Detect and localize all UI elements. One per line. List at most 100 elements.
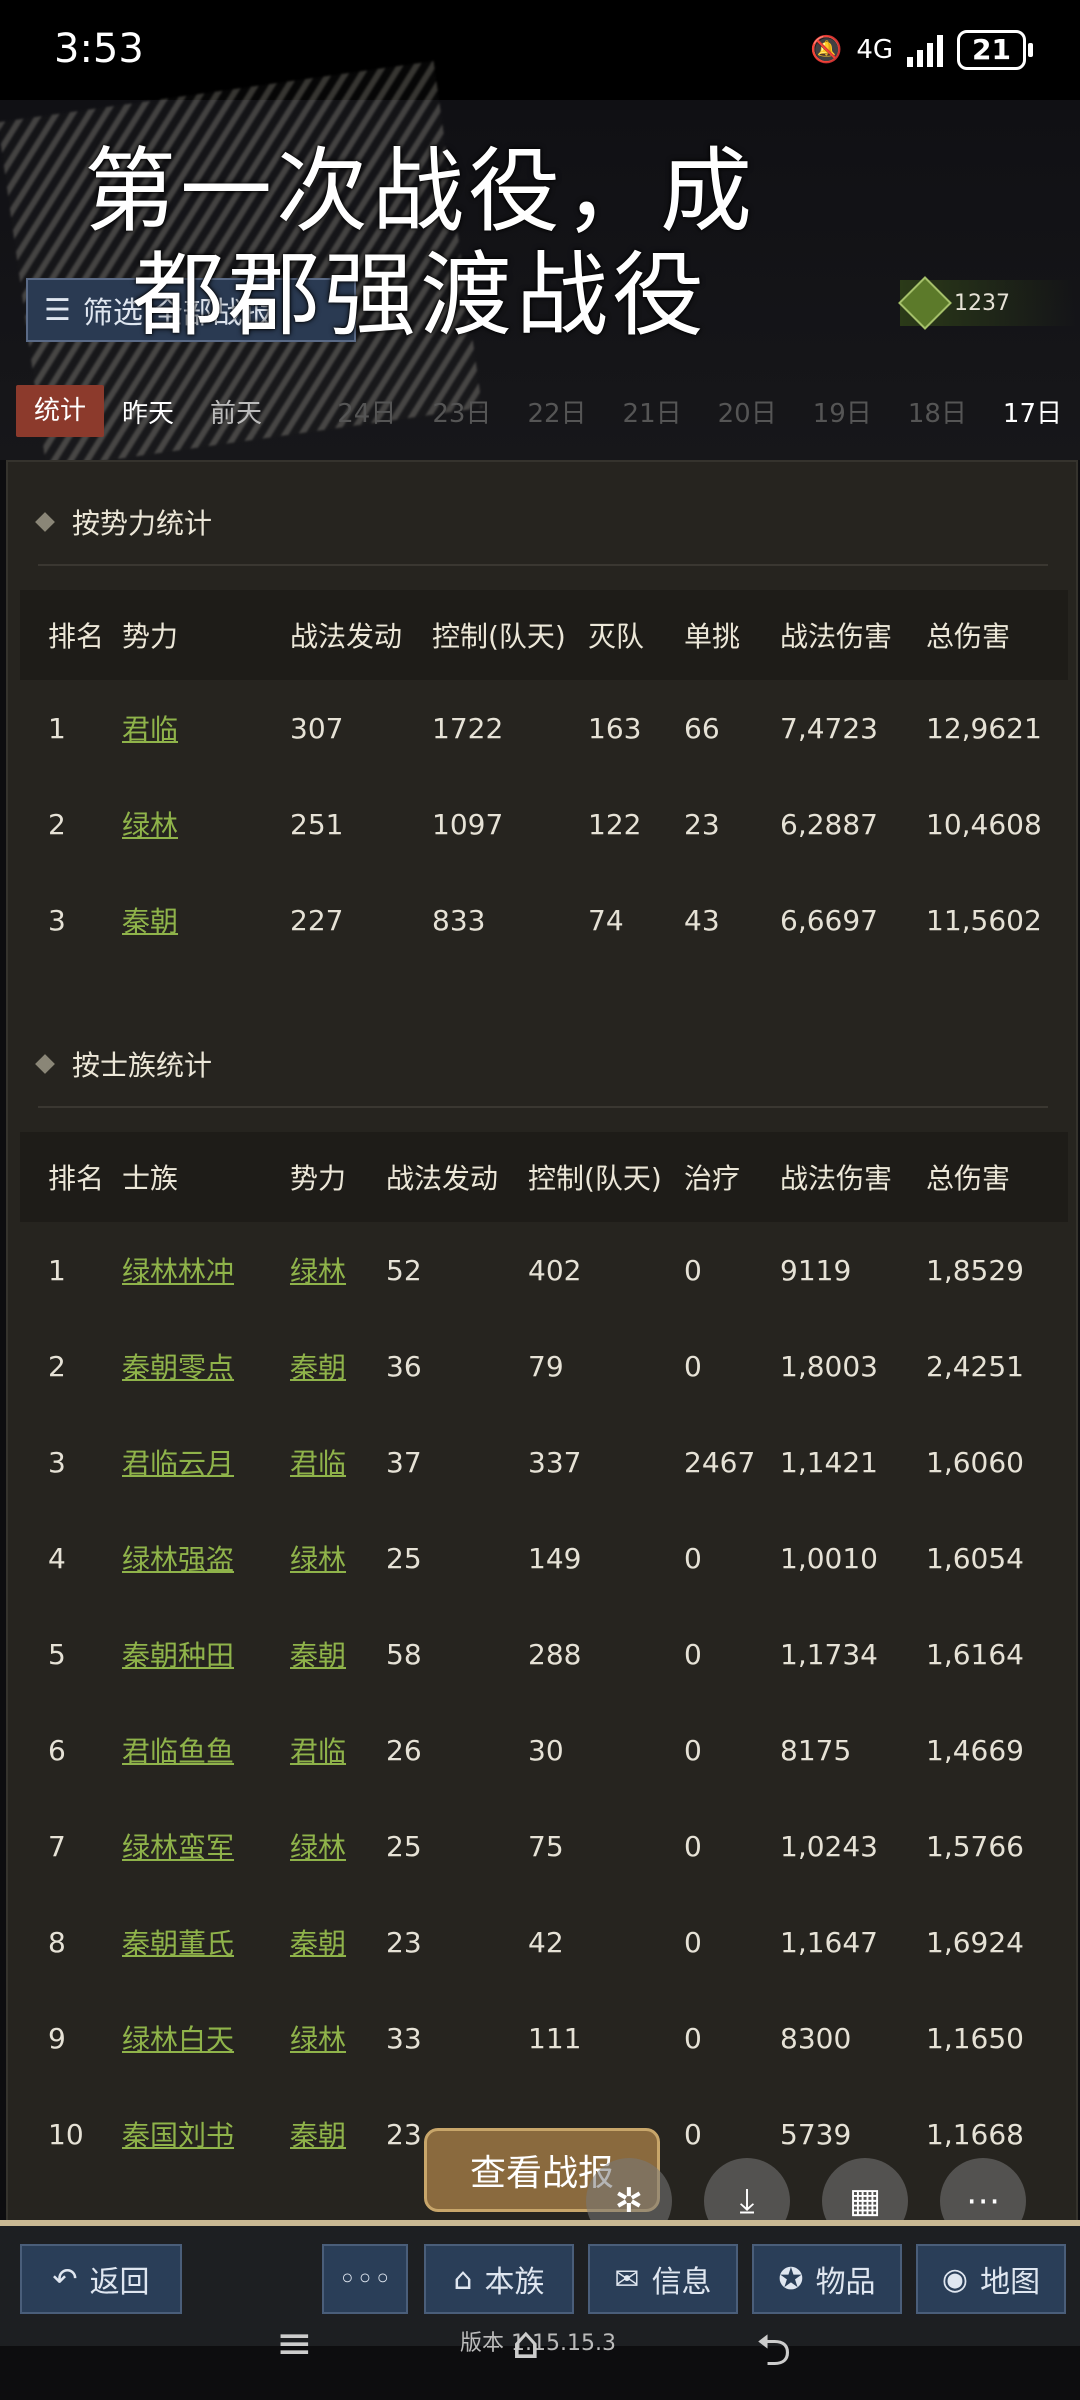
- table-cell: 0: [684, 1637, 702, 1671]
- name-link[interactable]: 绿林林冲: [122, 1222, 234, 1318]
- back-icon: ↶: [52, 2261, 78, 2297]
- name-link[interactable]: 秦朝: [122, 872, 178, 968]
- table-cell: 43: [684, 903, 720, 937]
- table-cell: 75: [528, 1829, 564, 1863]
- table-row: 3 君临云月 君临 37 337 2467 1,1421 1,6060: [20, 1414, 1068, 1510]
- table-cell: 23: [684, 807, 720, 841]
- col-header: 控制(队天): [528, 1162, 662, 1195]
- bag-icon: ✪: [778, 2261, 804, 2297]
- table-cell: 0: [684, 2117, 702, 2151]
- table-cell: 25: [386, 1829, 422, 1863]
- table-cell: 8300: [780, 2021, 852, 2055]
- table-cell: 307: [290, 711, 344, 745]
- table-cell: 1,8003: [780, 1349, 878, 1383]
- name-link[interactable]: 秦朝种田: [122, 1606, 234, 1702]
- clan-label: 本族: [484, 2265, 545, 2300]
- map-button[interactable]: ◉ 地图: [916, 2244, 1066, 2314]
- name-link[interactable]: 绿林: [290, 1510, 346, 1606]
- faction-section-label: 按势力统计: [72, 507, 213, 540]
- status-time: 3:53: [54, 26, 144, 72]
- table-cell: 251: [290, 807, 344, 841]
- battery-icon: 21: [957, 30, 1033, 70]
- name-link[interactable]: 绿林强盗: [122, 1510, 234, 1606]
- name-link[interactable]: 秦朝: [290, 1606, 346, 1702]
- col-header: 战法伤害: [780, 620, 893, 653]
- table-cell: 1,8529: [926, 1253, 1024, 1287]
- name-link[interactable]: 绿林: [290, 1990, 346, 2086]
- divider: [38, 564, 1048, 566]
- name-link[interactable]: 秦朝零点: [122, 1318, 234, 1414]
- table-row: 3 秦朝 227 833 74 43 6,6697 11,5602: [20, 872, 1068, 968]
- info-label: 信息: [651, 2265, 712, 2300]
- col-header: 总伤害: [926, 1162, 1011, 1195]
- tab-day-before[interactable]: 前天: [192, 393, 280, 430]
- status-icons: 🔕 4G 21: [810, 30, 1033, 70]
- table-cell: 163: [588, 711, 642, 745]
- table-cell: 0: [684, 2021, 702, 2055]
- name-link[interactable]: 绿林白天: [122, 1990, 234, 2086]
- status-bar: 3:53 🔕 4G 21: [0, 0, 1080, 100]
- tab-22[interactable]: 22日: [509, 393, 604, 430]
- name-link[interactable]: 绿林: [290, 1798, 346, 1894]
- table-row: 4 绿林强盗 绿林 25 149 0 1,0010 1,6054: [20, 1510, 1068, 1606]
- tab-yesterday[interactable]: 昨天: [104, 393, 192, 430]
- clan-table-header: 排名 士族 势力 战法发动 控制(队天) 治疗 战法伤害 总伤害: [20, 1132, 1068, 1222]
- name-link[interactable]: 绿林: [122, 776, 178, 872]
- tab-stats[interactable]: 统计: [16, 385, 105, 437]
- name-link[interactable]: 绿林: [290, 1222, 346, 1318]
- back-button[interactable]: ↶ 返回: [20, 2244, 182, 2314]
- name-link[interactable]: 秦朝: [290, 1894, 346, 1990]
- table-cell: 7,4723: [780, 711, 878, 745]
- name-link[interactable]: 秦朝: [290, 2086, 346, 2182]
- name-link[interactable]: 君临: [290, 1702, 346, 1798]
- network-label: 4G: [856, 35, 894, 65]
- name-link[interactable]: 君临: [122, 680, 178, 776]
- table-row: 5 秦朝种田 秦朝 58 288 0 1,1734 1,6164: [20, 1606, 1068, 1702]
- col-header: 排名: [48, 620, 105, 653]
- home-nav-icon[interactable]: ⌂: [512, 2318, 540, 2369]
- table-cell: 1: [48, 711, 66, 745]
- menu-nav-icon[interactable]: ≡: [276, 2318, 313, 2369]
- name-link[interactable]: 君临云月: [122, 1414, 234, 1510]
- col-header: 排名: [48, 1162, 105, 1195]
- tab-17[interactable]: 17日: [985, 393, 1080, 430]
- table-cell: 6: [48, 1733, 66, 1767]
- table-row: 7 绿林蛮军 绿林 25 75 0 1,0243 1,5766: [20, 1798, 1068, 1894]
- name-link[interactable]: 秦国刘书: [122, 2086, 234, 2182]
- table-cell: 12,9621: [926, 711, 1042, 745]
- table-cell: 0: [684, 1733, 702, 1767]
- name-link[interactable]: 君临: [290, 1414, 346, 1510]
- clan-section-title: 按士族统计: [35, 1044, 212, 1084]
- map-icon: ◉: [941, 2261, 969, 2297]
- tab-18[interactable]: 18日: [890, 393, 985, 430]
- name-link[interactable]: 君临鱼鱼: [122, 1702, 234, 1798]
- gem-icon: [898, 276, 952, 330]
- clan-button[interactable]: ⌂ 本族: [424, 2244, 574, 2314]
- name-link[interactable]: 绿林蛮军: [122, 1798, 234, 1894]
- table-cell: 0: [684, 1253, 702, 1287]
- table-cell: 8175: [780, 1733, 852, 1767]
- items-button[interactable]: ✪ 物品: [752, 2244, 902, 2314]
- table-cell: 36: [386, 1349, 422, 1383]
- table-cell: 3: [48, 903, 66, 937]
- more-button[interactable]: ◦◦◦: [322, 2244, 408, 2314]
- col-header: 势力: [290, 1162, 347, 1195]
- name-link[interactable]: 秦朝董氏: [122, 1894, 234, 1990]
- overlay-title: 第一次战役，成都郡强渡战役: [83, 138, 756, 349]
- tab-24[interactable]: 24日: [319, 393, 414, 430]
- table-cell: 79: [528, 1349, 564, 1383]
- diamond-icon: [35, 1054, 55, 1074]
- col-header: 单挑: [684, 620, 741, 653]
- tab-21[interactable]: 21日: [605, 393, 700, 430]
- name-link[interactable]: 秦朝: [290, 1318, 346, 1414]
- info-button[interactable]: ✉ 信息: [588, 2244, 738, 2314]
- col-header: 控制(队天): [432, 620, 566, 653]
- back-nav-icon[interactable]: ⮌: [756, 2318, 791, 2393]
- table-cell: 26: [386, 1733, 422, 1767]
- table-cell: 1: [48, 1253, 66, 1287]
- table-cell: 833: [432, 903, 486, 937]
- tab-20[interactable]: 20日: [700, 393, 795, 430]
- tab-19[interactable]: 19日: [795, 393, 890, 430]
- tab-23[interactable]: 23日: [414, 393, 509, 430]
- resource-counter: 1237: [898, 276, 1076, 330]
